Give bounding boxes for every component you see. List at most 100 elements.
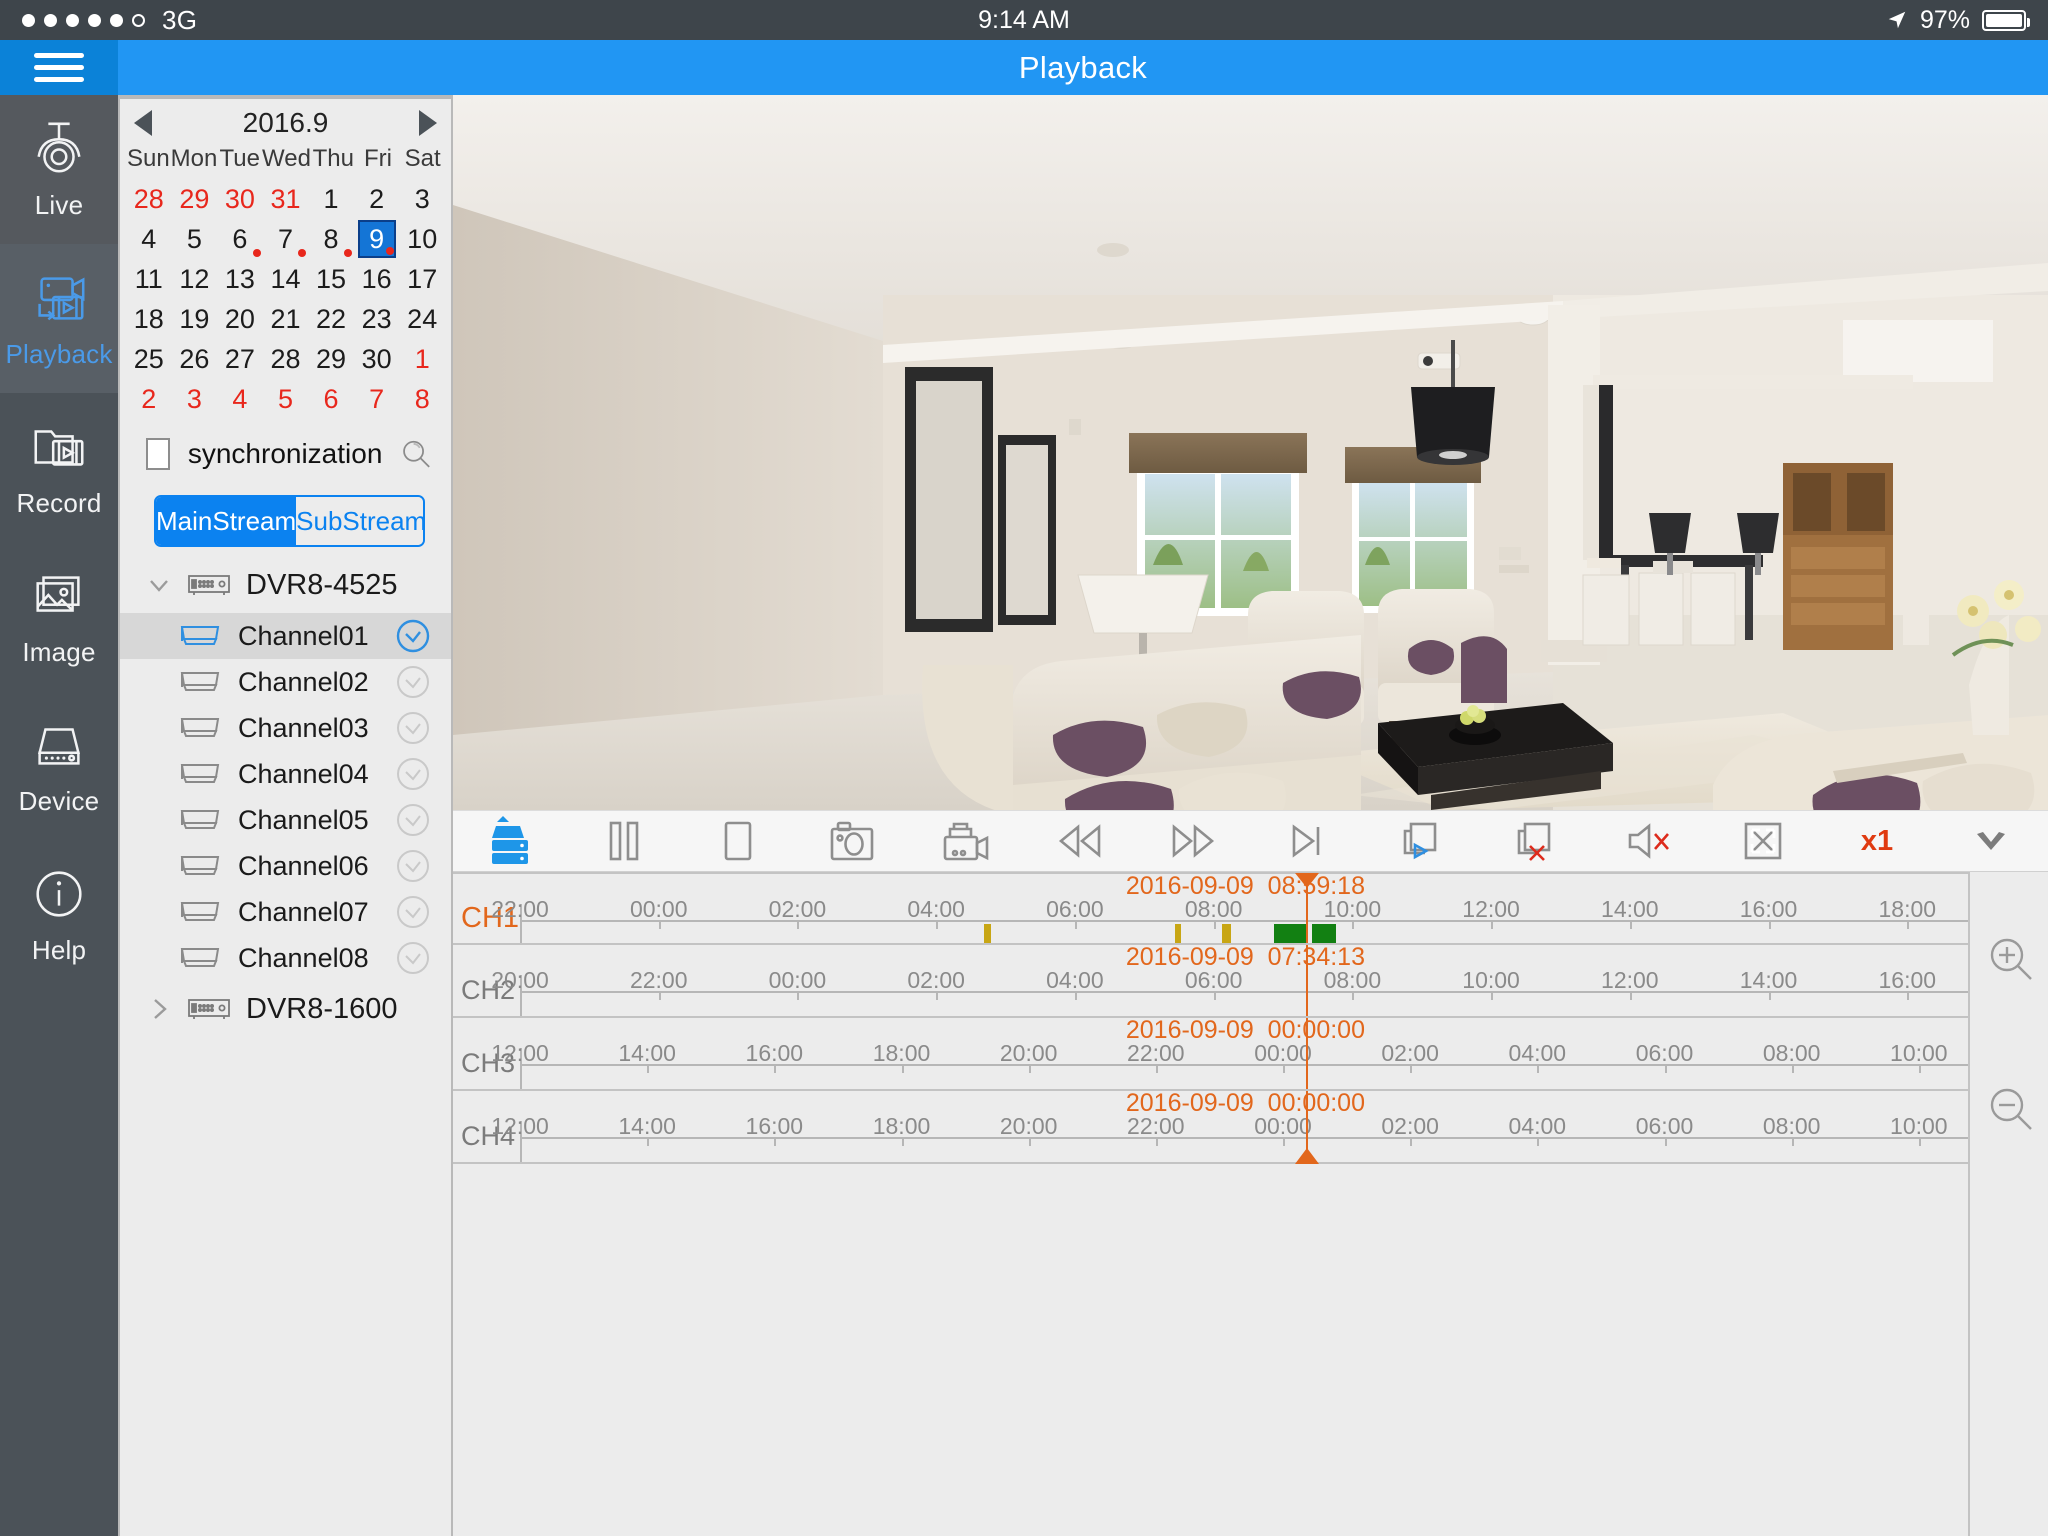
channel-check-icon[interactable] [395, 940, 431, 976]
video-preview[interactable] [453, 95, 2048, 810]
calendar-day[interactable]: 27 [221, 340, 259, 378]
mute-button[interactable] [1592, 810, 1706, 872]
timeline-playhead[interactable] [1294, 1091, 1319, 1164]
channel-row[interactable]: Channel03 [120, 705, 451, 751]
calendar-day[interactable]: 13 [221, 260, 259, 298]
calendar-day[interactable]: 5 [175, 220, 213, 258]
channel-check-icon[interactable] [395, 756, 431, 792]
timeline-playhead[interactable] [1305, 945, 1308, 1016]
mainstream-button[interactable]: MainStream [156, 497, 297, 545]
sidebar-item-playback[interactable]: Playback [0, 244, 118, 393]
playback-speed-button[interactable]: x1 [1820, 810, 1934, 872]
calendar-day[interactable]: 5 [266, 380, 304, 418]
calendar-day[interactable]: 16 [358, 260, 396, 298]
calendar-day[interactable]: 19 [175, 300, 213, 338]
calendar-day[interactable]: 30 [358, 340, 396, 378]
synchronization-checkbox[interactable] [146, 438, 170, 470]
calendar-day[interactable]: 30 [221, 180, 259, 218]
channel-check-icon[interactable] [395, 802, 431, 838]
calendar-day[interactable]: 17 [403, 260, 441, 298]
collapse-toolbar-button[interactable] [1934, 810, 2048, 872]
timeline-playhead[interactable] [1294, 873, 1319, 943]
calendar-day[interactable]: 25 [130, 340, 168, 378]
next-frame-button[interactable] [1250, 810, 1364, 872]
snapshot-button[interactable] [795, 810, 909, 872]
channel-row[interactable]: Channel07 [120, 889, 451, 935]
calendar-day[interactable]: 7 [358, 380, 396, 418]
calendar-day[interactable]: 9 [357, 220, 396, 258]
calendar-day[interactable]: 4 [130, 220, 168, 258]
zoom-in-icon[interactable] [1986, 934, 2038, 986]
calendar-day[interactable]: 3 [175, 380, 213, 418]
device-row[interactable]: DVR8-1600 [120, 981, 451, 1037]
calendar-day[interactable]: 24 [403, 300, 441, 338]
calendar-day[interactable]: 15 [312, 260, 350, 298]
calendar-day[interactable]: 6 [221, 220, 261, 258]
calendar-day[interactable]: 2 [130, 380, 168, 418]
channel-row[interactable]: Channel06 [120, 843, 451, 889]
calendar-day[interactable]: 2 [358, 180, 396, 218]
channel-check-icon[interactable] [395, 664, 431, 700]
calendar-next-month-button[interactable] [418, 110, 437, 136]
clip-play-button[interactable] [1364, 810, 1478, 872]
sidebar-item-record[interactable]: Record [0, 393, 118, 542]
sidebar-item-device[interactable]: Device [0, 691, 118, 840]
calendar-day[interactable]: 8 [312, 220, 353, 258]
zoom-out-icon[interactable] [1986, 1084, 2038, 1136]
channel-row[interactable]: Channel05 [120, 797, 451, 843]
calendar-day[interactable]: 22 [312, 300, 350, 338]
calendar-day[interactable]: 1 [312, 180, 350, 218]
channel-row[interactable]: Channel08 [120, 935, 451, 981]
calendar-day[interactable]: 11 [130, 260, 168, 298]
timeline-row[interactable]: CH3 12:00 14:00 16:00 18:00 20:00 22:00 00:00 02… [453, 1016, 2048, 1091]
calendar-day[interactable]: 26 [175, 340, 213, 378]
timeline-track[interactable]: 20:00 22:00 00:00 02:00 04:00 06:00 08:00 10:00… [491, 943, 2048, 1016]
timeline-track[interactable]: 12:00 14:00 16:00 18:00 20:00 22:00 00:00 02:00… [491, 1089, 2048, 1164]
calendar-day[interactable]: 23 [358, 300, 396, 338]
timeline-track[interactable]: 12:00 14:00 16:00 18:00 20:00 22:00 00:00 02:00… [491, 1016, 2048, 1089]
hamburger-menu-button[interactable] [0, 40, 118, 95]
calendar-day[interactable]: 7 [266, 220, 307, 258]
timeline-row[interactable]: CH4 12:00 14:00 16:00 18:00 20:00 22:00 00:00 02… [453, 1089, 2048, 1164]
magnifier-search-icon[interactable] [400, 431, 433, 477]
calendar-day[interactable]: 4 [221, 380, 259, 418]
calendar-day[interactable]: 20 [221, 300, 259, 338]
rewind-button[interactable] [1023, 810, 1137, 872]
timeline-row[interactable]: CH2 20:00 22:00 00:00 02:00 04:00 06:00 08:00 10… [453, 943, 2048, 1018]
stream-stack-button[interactable] [453, 810, 567, 872]
timeline-track[interactable]: 22:00 00:00 02:00 04:00 06:00 08:00 10:00 12:00… [491, 872, 2048, 943]
channel-row[interactable]: Channel02 [120, 659, 451, 705]
calendar-day[interactable]: 29 [175, 180, 213, 218]
substream-button[interactable]: SubStream [296, 497, 423, 545]
sidebar-item-live[interactable]: Live [0, 95, 118, 244]
calendar-day[interactable]: 28 [266, 340, 304, 378]
calendar-day[interactable]: 6 [312, 380, 350, 418]
clip-delete-button[interactable] [1478, 810, 1592, 872]
calendar-day[interactable]: 18 [130, 300, 168, 338]
calendar-day[interactable]: 29 [312, 340, 350, 378]
timeline-playhead[interactable] [1305, 1018, 1308, 1089]
calendar-day[interactable]: 8 [403, 380, 441, 418]
calendar-day[interactable]: 31 [266, 180, 304, 218]
calendar-day[interactable]: 3 [403, 180, 441, 218]
channel-check-icon[interactable] [395, 710, 431, 746]
channel-check-icon[interactable] [395, 894, 431, 930]
fullscreen-button[interactable] [1706, 810, 1820, 872]
fast-forward-button[interactable] [1137, 810, 1251, 872]
channel-check-icon[interactable] [395, 848, 431, 884]
calendar-day[interactable]: 14 [266, 260, 304, 298]
calendar-day[interactable]: 1 [403, 340, 441, 378]
channel-check-icon[interactable] [395, 618, 431, 654]
timeline-row[interactable]: CH1 22:00 00:00 02:00 04:00 06:00 08:00 10:00 12… [453, 872, 2048, 945]
pause-button[interactable] [567, 810, 681, 872]
device-row[interactable]: DVR8-4525 [120, 557, 451, 613]
stop-button[interactable] [681, 810, 795, 872]
calendar-day[interactable]: 21 [266, 300, 304, 338]
channel-row[interactable]: Channel01 [120, 613, 451, 659]
calendar-day[interactable]: 28 [130, 180, 168, 218]
calendar-day[interactable]: 12 [175, 260, 213, 298]
calendar-prev-month-button[interactable] [134, 110, 152, 136]
calendar-day[interactable]: 10 [403, 220, 441, 258]
record-button[interactable] [909, 810, 1023, 872]
channel-row[interactable]: Channel04 [120, 751, 451, 797]
